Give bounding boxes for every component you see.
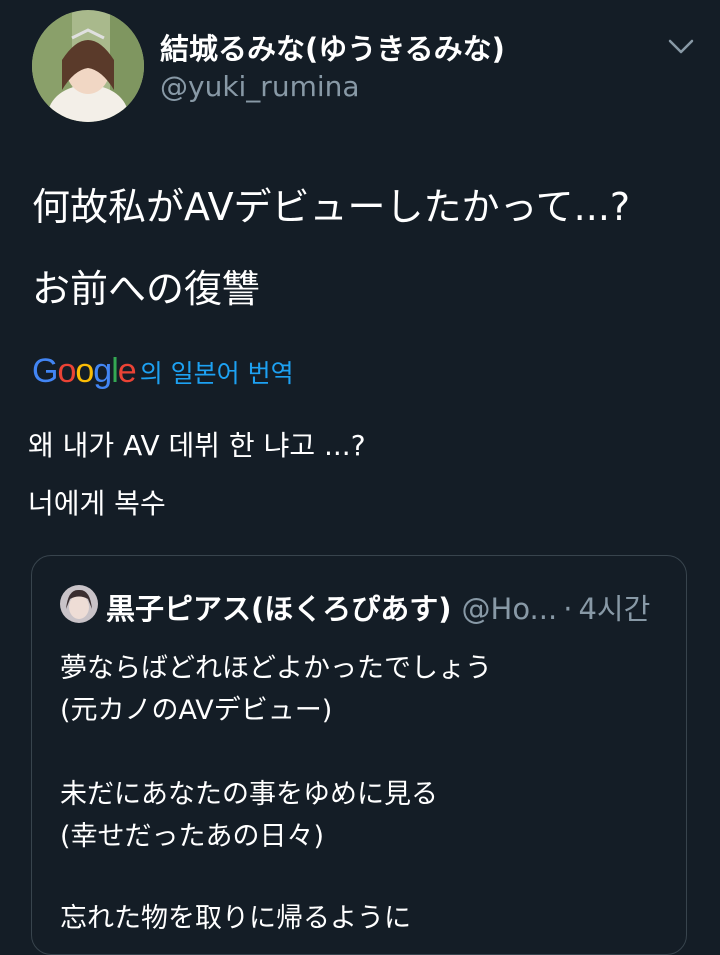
chevron-down-icon[interactable] [666, 34, 696, 58]
tweet-text-line: 何故私がAVデビューしたかって...? [32, 185, 631, 229]
google-logo: Google [32, 352, 137, 390]
translated-text-line: 너에게 복수 [28, 487, 166, 520]
separator-dot: · [563, 592, 573, 626]
author-handle[interactable]: @yuki_rumina [160, 70, 360, 103]
quoted-avatar-photo-icon [60, 585, 98, 623]
quoted-tweet-header: 黒子ピアス(ほくろぴあす) @Ho... · 4시간 [106, 586, 650, 628]
quoted-timestamp: 4시간 [578, 592, 651, 626]
translate-tweet-link[interactable]: Google 의 일본어 번역 [32, 352, 294, 392]
quoted-text-line: 未だにあなたの事をゆめに見る [60, 779, 438, 810]
translation-label: 의 일본어 번역 [139, 359, 294, 388]
quoted-text-line: (元カノのAVデビュー) [60, 695, 333, 726]
translated-text-line: 왜 내가 AV 데뷔 한 냐고 ...? [28, 429, 366, 462]
quoted-text-line: (幸せだったあの日々) [60, 821, 325, 852]
quoted-author-handle: @Ho... [461, 592, 558, 626]
quoted-text-line: 夢ならばどれほどよかったでしょう [60, 653, 492, 684]
quoted-text-line: 忘れた物を取りに帰るように [60, 903, 411, 934]
avatar[interactable] [32, 10, 144, 122]
quoted-author-name: 黒子ピアス(ほくろぴあす) [106, 592, 452, 626]
quoted-avatar [60, 585, 98, 623]
avatar-photo-icon [32, 10, 144, 122]
tweet-text-line: お前への復讐 [32, 267, 261, 311]
author-name[interactable]: 結城るみな(ゆうきるみな) [160, 26, 505, 68]
